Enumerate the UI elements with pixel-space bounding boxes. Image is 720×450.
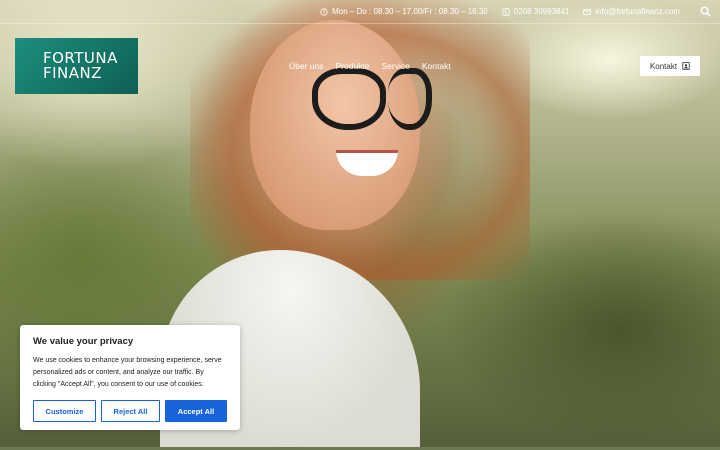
opening-hours-text: Mon – Do : 08.30 – 17.00/Fr : 08.30 – 16…	[332, 7, 488, 16]
clock-icon	[320, 7, 328, 16]
top-info-bar: Mon – Do : 08.30 – 17.00/Fr : 08.30 – 16…	[0, 0, 720, 24]
main-nav: Über uns Produkte Service Kontakt	[289, 61, 463, 71]
email-link[interactable]: info@fortunafinanz.com	[583, 7, 680, 16]
nav-item-service[interactable]: Service	[382, 61, 410, 71]
phone-text: 0208 30993841	[513, 7, 570, 16]
phone-icon	[502, 7, 510, 16]
hero-glasses-right	[388, 68, 432, 130]
logo-line-2: FINANZ	[43, 64, 103, 82]
cookie-buttons: Customize Reject All Accept All	[33, 400, 227, 422]
cookie-text: We use cookies to enhance your browsing …	[33, 357, 222, 388]
search-icon	[700, 6, 711, 17]
hero-glasses-left	[312, 68, 386, 130]
site-logo[interactable]: FORTUNA FINANZ	[15, 38, 138, 94]
nav-item-produkte[interactable]: Produkte	[336, 61, 370, 71]
email-text: info@fortunafinanz.com	[595, 7, 680, 16]
cookie-consent-banner: We value your privacy We use cookies to …	[20, 325, 240, 430]
nav-item-ueber-uns[interactable]: Über uns	[289, 61, 324, 71]
kontakt-button-label: Kontakt	[649, 61, 678, 71]
nav-item-kontakt[interactable]: Kontakt	[422, 61, 451, 71]
contact-card-icon	[682, 62, 690, 70]
customize-button[interactable]: Customize	[33, 400, 96, 422]
accept-all-button[interactable]: Accept All	[165, 400, 227, 422]
mail-icon	[583, 8, 592, 15]
reject-all-button[interactable]: Reject All	[101, 400, 160, 422]
search-button[interactable]	[694, 0, 716, 24]
kontakt-button[interactable]: Kontakt	[640, 56, 700, 76]
phone-link[interactable]: 0208 30993841	[502, 7, 570, 16]
opening-hours: Mon – Do : 08.30 – 17.00/Fr : 08.30 – 16…	[320, 7, 488, 16]
cookie-title: We value your privacy	[33, 336, 134, 347]
